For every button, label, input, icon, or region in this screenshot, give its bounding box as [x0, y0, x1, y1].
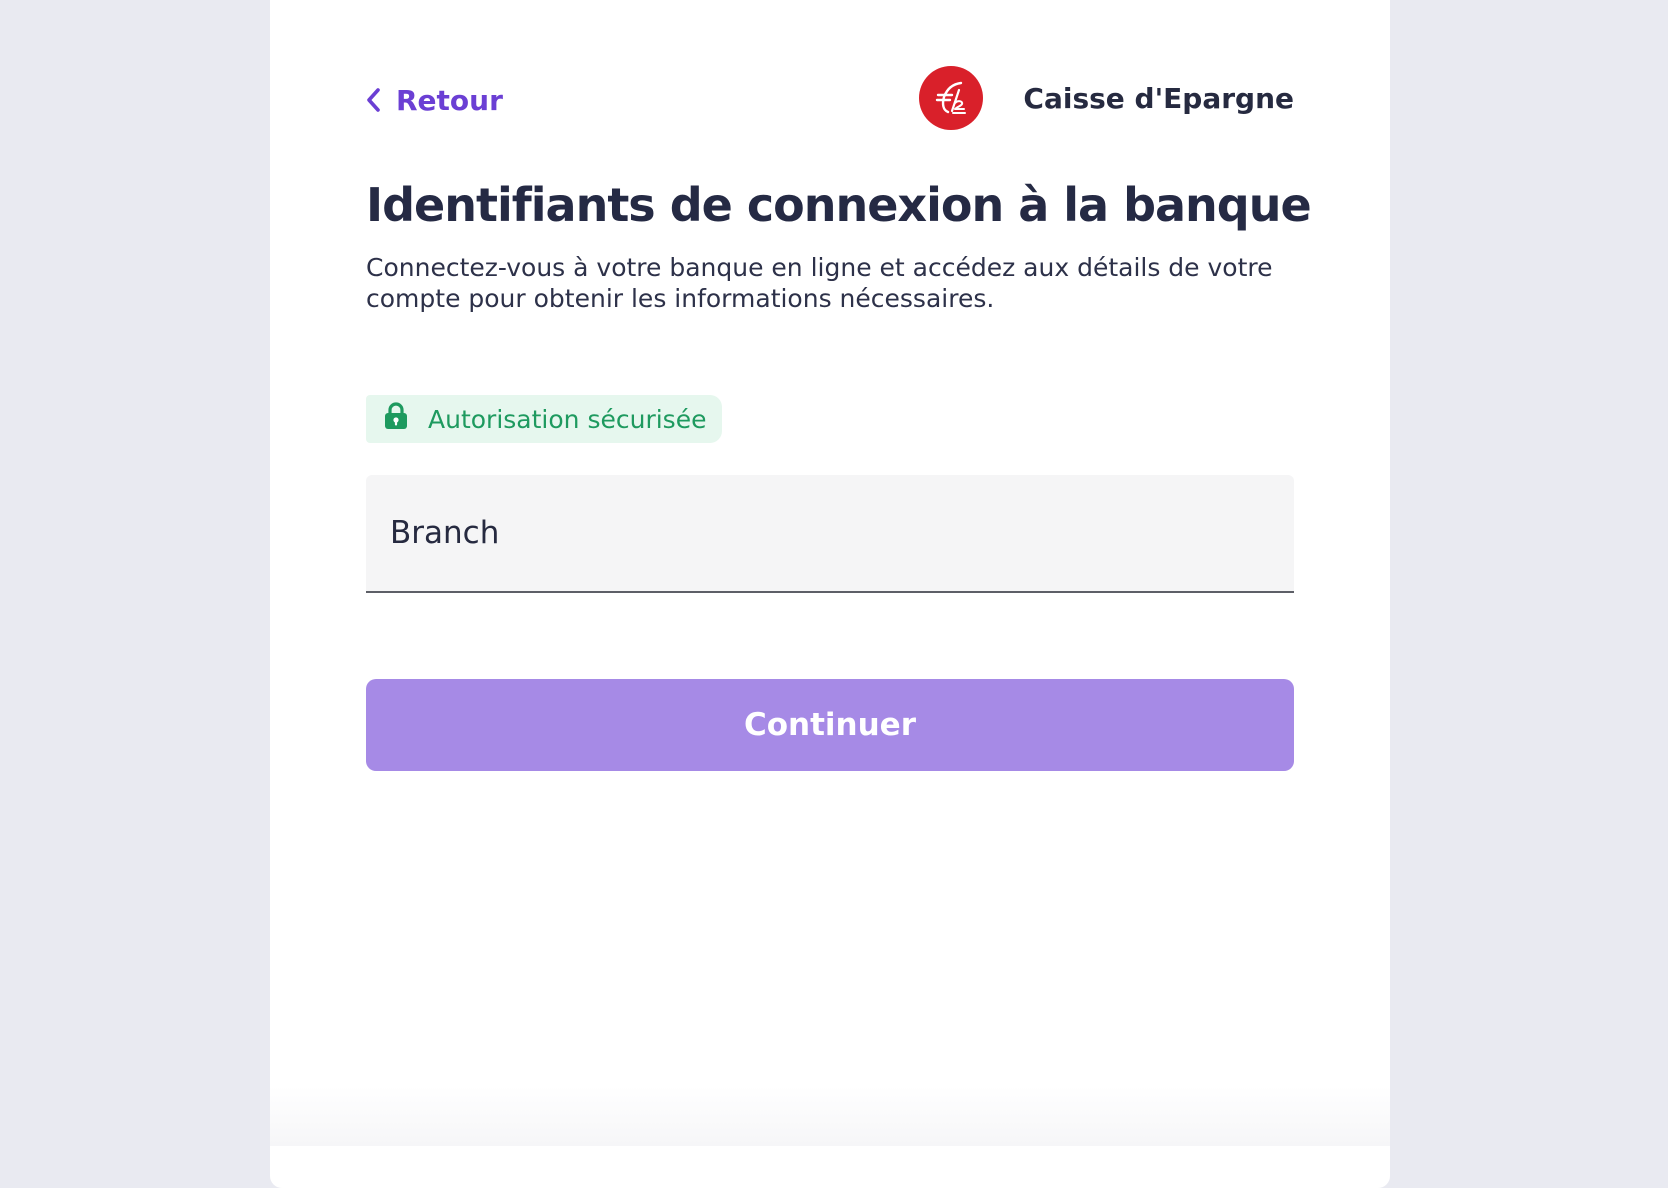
caisse-epargne-logo-icon [919, 66, 984, 130]
bank-login-card: Retour Caisse d'Epargne Identifiants de … [270, 0, 1390, 1188]
secure-authorization-badge: Autorisation sécurisée [366, 395, 723, 443]
branch-field [366, 475, 1294, 593]
card-bottom-fade [270, 1086, 1390, 1146]
lock-icon [384, 402, 408, 436]
back-link-label: Retour [396, 83, 503, 117]
page-subtitle: Connectez-vous à votre banque en ligne e… [366, 253, 1273, 313]
continue-button[interactable]: Continuer [366, 679, 1294, 771]
chevron-left-icon [366, 87, 382, 113]
back-link[interactable]: Retour [366, 76, 503, 124]
branch-input[interactable] [366, 475, 1294, 591]
secure-badge-label: Autorisation sécurisée [428, 404, 707, 434]
bank-name: Caisse d'Epargne [1023, 81, 1294, 115]
page-title: Identifiants de connexion à la banque [366, 178, 1312, 232]
bank-header: Caisse d'Epargne [919, 66, 1294, 130]
